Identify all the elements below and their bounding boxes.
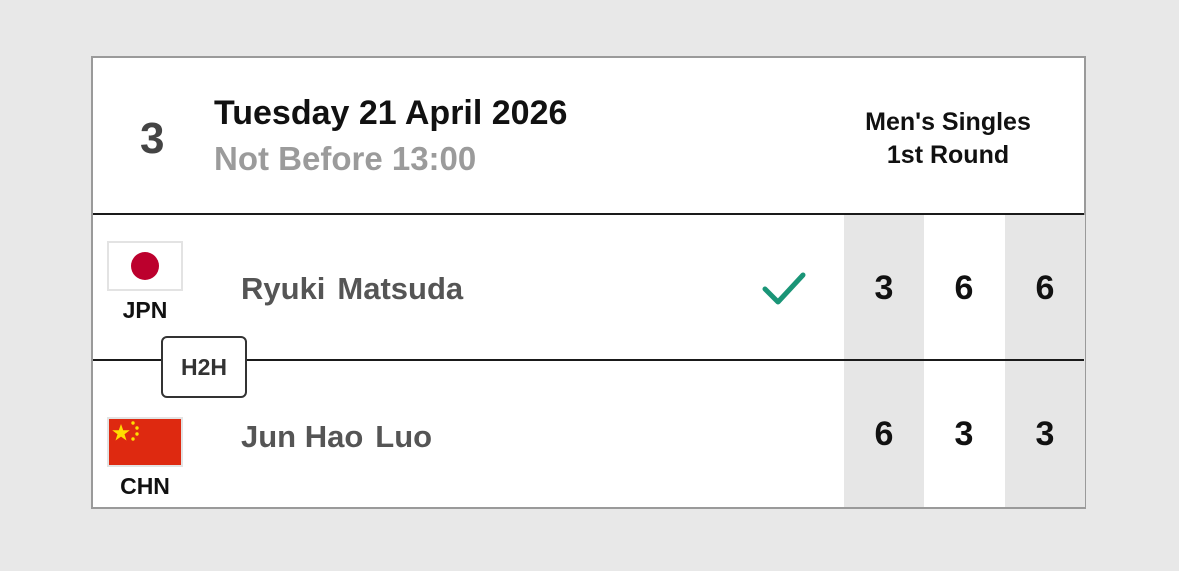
- set-score: 3: [844, 215, 924, 361]
- event-round: 1st Round: [886, 141, 1010, 169]
- match-date: Tuesday 21 April 2026: [214, 94, 568, 132]
- country-code: CHN: [120, 473, 170, 499]
- set-score: 6: [954, 268, 974, 307]
- event-name: Men's Singles: [865, 108, 1031, 136]
- match-header: 3 Tuesday 21 April 2026 Not Before 13:00…: [93, 58, 1084, 213]
- player-first-name: Ryuki: [241, 271, 326, 306]
- set-score: 3: [954, 414, 974, 453]
- china-flag-icon: [107, 417, 183, 467]
- set-score: 3: [1005, 361, 1085, 507]
- match-time: Not Before 13:00: [214, 140, 477, 177]
- player-name[interactable]: Jun Hao Luo: [241, 419, 432, 455]
- event-info: Men's Singles 1st Round: [833, 106, 1063, 172]
- player-last-name: Matsuda: [337, 271, 464, 306]
- country-code: JPN: [122, 297, 168, 323]
- court-number: 3: [140, 114, 165, 163]
- set-score: 6: [1005, 215, 1085, 361]
- h2h-button[interactable]: H2H: [161, 336, 247, 398]
- player-first-name: Jun Hao: [241, 419, 364, 454]
- winner-check-icon: [761, 269, 807, 309]
- player-name[interactable]: Ryuki Matsuda: [241, 271, 463, 307]
- japan-flag-icon: [107, 241, 183, 291]
- match-card: 3 Tuesday 21 April 2026 Not Before 13:00…: [91, 56, 1086, 509]
- set-score: 6: [844, 361, 924, 507]
- player-last-name: Luo: [375, 419, 433, 454]
